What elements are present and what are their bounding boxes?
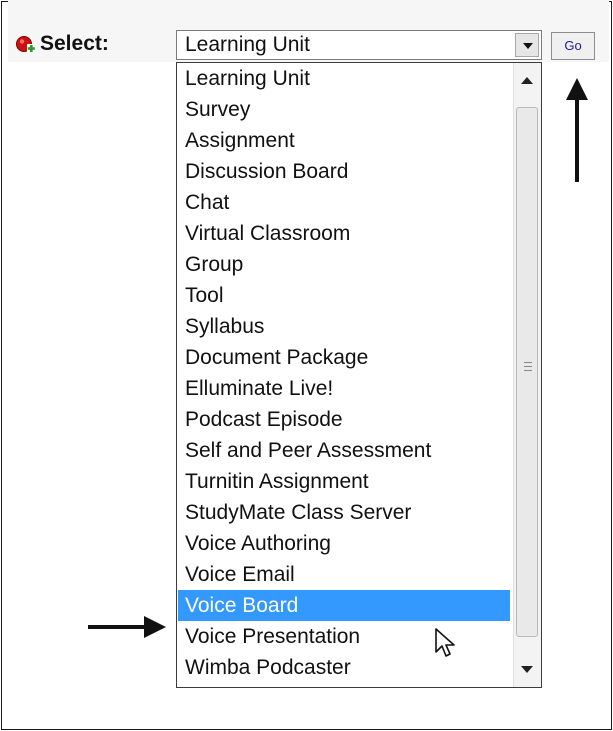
chevron-down-icon — [523, 43, 533, 49]
dropdown-option[interactable]: Discussion Board — [178, 156, 510, 187]
scrollbar[interactable] — [513, 63, 541, 687]
dropdown-option[interactable]: Tool — [178, 280, 510, 311]
dropdown-button[interactable] — [515, 33, 539, 57]
dropdown-option[interactable]: StudyMate Class Server — [178, 497, 510, 528]
scroll-thumb[interactable] — [516, 107, 538, 637]
dropdown-option[interactable]: Document Package — [178, 342, 510, 373]
dropdown-option[interactable]: Group — [178, 249, 510, 280]
dropdown-option[interactable]: Wimba Podcaster — [178, 652, 510, 683]
dropdown-option[interactable]: Voice Email — [178, 559, 510, 590]
dropdown-option[interactable]: Self and Peer Assessment — [178, 435, 510, 466]
select-label: Select: — [40, 32, 109, 55]
grip-line — [524, 370, 532, 371]
dropdown-option[interactable]: Survey — [178, 94, 510, 125]
dropdown-option[interactable]: Voice Authoring — [178, 528, 510, 559]
dropdown-option[interactable]: Elluminate Live! — [178, 373, 510, 404]
grip-line — [524, 362, 532, 363]
dropdown-option[interactable]: Assignment — [178, 125, 510, 156]
grip-line — [524, 366, 532, 367]
dropdown-option[interactable]: Podcast Episode — [178, 404, 510, 435]
arrow-up-annotation-icon — [566, 78, 588, 182]
dropdown-option[interactable]: Chat — [178, 187, 510, 218]
dropdown-option[interactable]: Virtual Classroom — [178, 218, 510, 249]
dropdown-option[interactable]: Voice Board — [178, 590, 510, 621]
add-plus-icon[interactable] — [16, 35, 36, 55]
go-button[interactable]: Go — [551, 32, 595, 60]
dropdown-option[interactable]: Turnitin Assignment — [178, 466, 510, 497]
arrow-right-annotation-icon — [88, 616, 166, 638]
mouse-pointer-icon — [435, 628, 455, 657]
dropdown-option[interactable]: Learning Unit — [178, 63, 510, 94]
type-select-value: Learning Unit — [185, 33, 310, 56]
scroll-down-icon[interactable] — [521, 666, 533, 673]
dropdown-list[interactable]: Learning Unit Survey Assignment Discussion … — [176, 62, 542, 688]
dropdown-option[interactable]: Voice Presentation — [178, 621, 510, 652]
dropdown-option[interactable]: Syllabus — [178, 311, 510, 342]
type-select[interactable]: Learning Unit — [176, 30, 542, 60]
scroll-up-icon[interactable] — [521, 77, 533, 84]
